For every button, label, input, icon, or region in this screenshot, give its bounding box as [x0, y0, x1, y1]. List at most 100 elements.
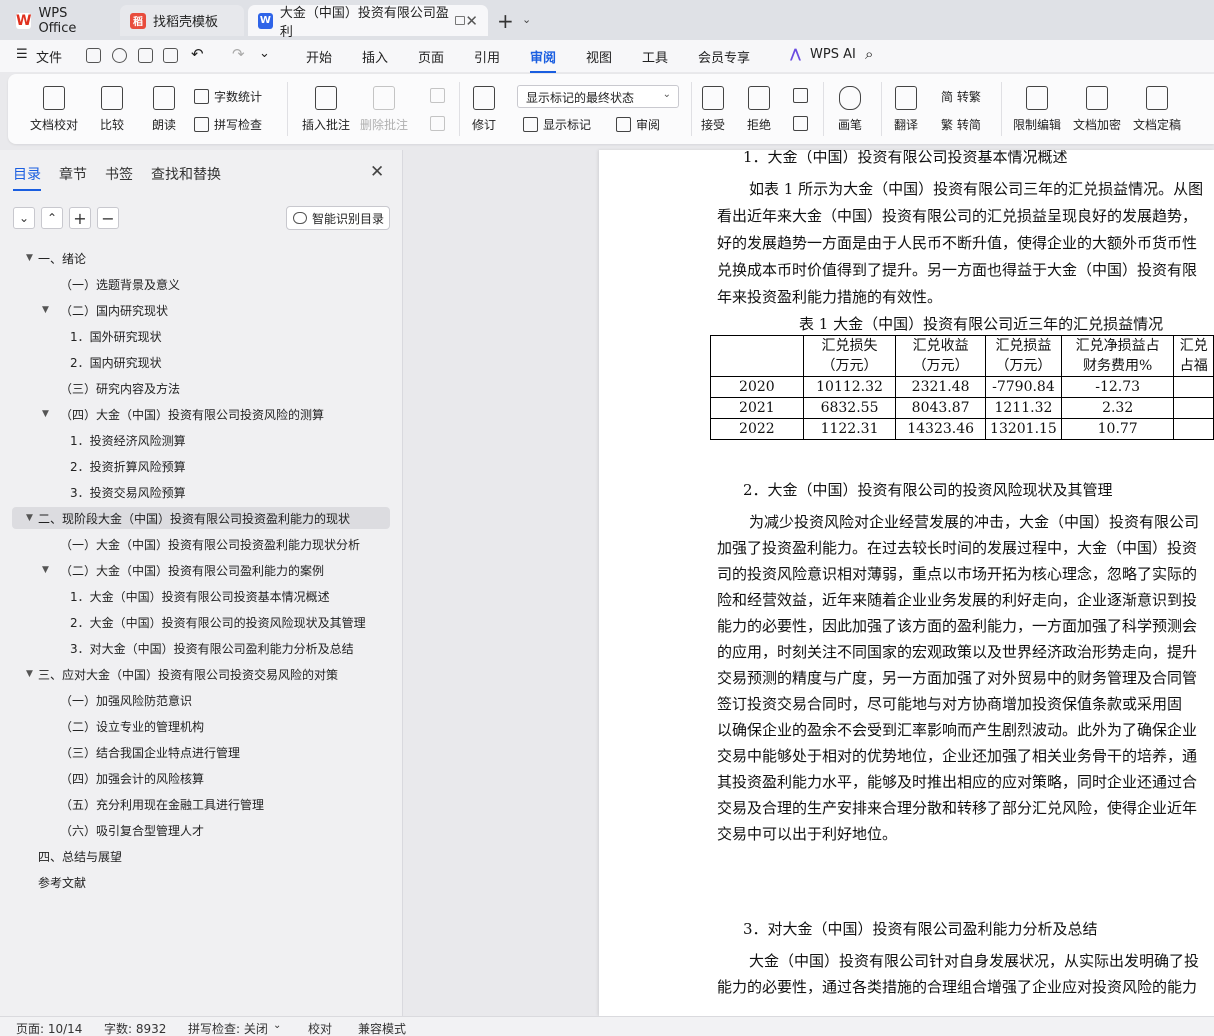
add-heading-button[interactable]: +: [69, 207, 91, 229]
toc-item[interactable]: 1．大金（中国）投资有限公司投资基本情况概述: [0, 585, 403, 607]
markup-state-select[interactable]: 显示标记的最终状态 ⌄: [517, 85, 679, 108]
toc-item[interactable]: 1．国外研究现状: [0, 325, 403, 347]
menu-member[interactable]: 会员专享: [698, 47, 750, 66]
toc-item[interactable]: 1．投资经济风险测算: [0, 429, 403, 451]
toc-item[interactable]: 3．投资交易风险预算: [0, 481, 403, 503]
toc-item[interactable]: ▼ （四）大金（中国）投资有限公司投资风险的测算: [0, 403, 403, 425]
remove-heading-button[interactable]: −: [97, 207, 119, 229]
toc-item[interactable]: 四、总结与展望: [0, 845, 403, 867]
toc-item[interactable]: ▼ 三、应对大金（中国）投资有限公司投资交易风险的对策: [0, 663, 403, 685]
expand-toggle-icon[interactable]: ▼: [42, 305, 49, 315]
read-aloud-button[interactable]: 朗读: [152, 86, 176, 133]
insert-comment-button[interactable]: 插入批注: [302, 86, 350, 133]
menu-view[interactable]: 视图: [586, 47, 612, 66]
share-icon[interactable]: [112, 48, 127, 63]
print-icon[interactable]: [138, 48, 153, 63]
print-preview-icon[interactable]: [163, 48, 178, 63]
tab-document[interactable]: W 大金（中国）投资有限公司盈利 ✕: [248, 5, 488, 40]
more-chevron-icon[interactable]: ⌄: [259, 46, 270, 61]
toc-item[interactable]: ▼ （二）国内研究现状: [0, 299, 403, 321]
word-count-indicator[interactable]: 字数: 8932: [104, 1020, 166, 1036]
prev-comment-icon[interactable]: [430, 88, 450, 103]
delete-comment-icon: [373, 86, 395, 110]
review-pane-button[interactable]: 审阅: [616, 116, 660, 133]
wps-ai-icon[interactable]: ⋀: [790, 47, 801, 62]
nav-tab-bookmarks[interactable]: 书签: [105, 164, 133, 184]
doc-check-button[interactable]: 文档校对: [30, 86, 78, 133]
toc-item[interactable]: （六）吸引复合型管理人才: [0, 819, 403, 841]
toc-item[interactable]: （三）结合我国企业特点进行管理: [0, 741, 403, 763]
close-panel-icon[interactable]: ✕: [370, 162, 384, 182]
tab-daoke-templates[interactable]: 稻 找稻壳模板: [120, 5, 244, 36]
menu-reference[interactable]: 引用: [474, 47, 500, 66]
toc-item[interactable]: （二）设立专业的管理机构: [0, 715, 403, 737]
toc-item[interactable]: 参考文献: [0, 871, 403, 893]
revise-button[interactable]: 修订: [472, 86, 496, 133]
next-comment-icon[interactable]: [430, 116, 450, 131]
search-icon[interactable]: ⌕: [865, 45, 873, 63]
compat-mode-status: 兼容模式: [358, 1022, 407, 1036]
menu-wps-ai[interactable]: WPS AI: [810, 47, 856, 62]
translate-button[interactable]: 翻译: [894, 86, 918, 133]
menu-file[interactable]: 文件: [36, 47, 62, 66]
toc-item[interactable]: （四）加强会计的风险核算: [0, 767, 403, 789]
save-icon[interactable]: [86, 48, 101, 63]
new-tab-icon[interactable]: +: [497, 9, 514, 33]
page-indicator[interactable]: 页面: 10/14: [16, 1020, 82, 1036]
word-count-button[interactable]: 字数统计: [194, 88, 262, 105]
menu-page[interactable]: 页面: [418, 47, 444, 66]
toc-item[interactable]: （一）大金（中国）投资有限公司投资盈利能力现状分析: [0, 533, 403, 555]
toc-item[interactable]: （一）加强风险防范意识: [0, 689, 403, 711]
expand-toggle-icon[interactable]: ▼: [42, 409, 49, 419]
toc-item[interactable]: （三）研究内容及方法: [0, 377, 403, 399]
expand-toggle-icon[interactable]: ▼: [42, 565, 49, 575]
collapse-up-button[interactable]: ⌃: [41, 207, 63, 229]
file-menu-icon[interactable]: ☰: [16, 47, 28, 62]
undo-icon[interactable]: ↶: [191, 45, 204, 63]
menu-tools[interactable]: 工具: [642, 47, 668, 66]
tab-wps-office[interactable]: W WPS Office: [6, 5, 114, 36]
translate-icon: [895, 86, 917, 110]
toc-item[interactable]: （五）充分利用现在金融工具进行管理: [0, 793, 403, 815]
restrict-edit-button[interactable]: 限制编辑: [1013, 86, 1061, 133]
compare-button[interactable]: 比较: [100, 86, 124, 133]
reject-button[interactable]: 拒绝: [747, 86, 771, 133]
toc-item[interactable]: ▼ 一、绪论: [0, 247, 403, 269]
expand-toggle-icon[interactable]: ▼: [26, 669, 33, 679]
show-markup-button[interactable]: 显示标记: [523, 116, 591, 133]
next-revision-icon[interactable]: [793, 116, 813, 131]
spell-check-button[interactable]: 拼写检查: [194, 116, 262, 133]
close-tab-icon[interactable]: ✕: [465, 12, 478, 30]
toc-item[interactable]: ▼ 二、现阶段大金（中国）投资有限公司投资盈利能力的现状: [12, 507, 390, 529]
to-simplified-button[interactable]: 繁 转简: [941, 116, 981, 133]
chevron-down-icon[interactable]: ⌄: [273, 1020, 281, 1031]
menu-review[interactable]: 审阅: [530, 47, 557, 73]
smart-toc-button[interactable]: 智能识别目录: [286, 206, 390, 230]
encrypt-button[interactable]: 文档加密: [1073, 86, 1121, 133]
spell-check-status[interactable]: 拼写检查: 关闭: [188, 1020, 268, 1036]
toc-item[interactable]: 2．国内研究现状: [0, 351, 403, 373]
toc-item[interactable]: （一）选题背景及意义: [0, 273, 403, 295]
proofread-status[interactable]: 校对: [308, 1020, 332, 1036]
redo-icon[interactable]: ↷: [232, 45, 245, 63]
toc-item[interactable]: 2．投资折算风险预算: [0, 455, 403, 477]
delete-comment-button[interactable]: 删除批注: [360, 86, 408, 133]
accept-button[interactable]: 接受: [701, 86, 725, 133]
expand-down-button[interactable]: ⌄: [13, 207, 35, 229]
nav-tab-find-replace[interactable]: 查找和替换: [151, 164, 221, 184]
nav-tab-toc[interactable]: 目录: [13, 164, 41, 191]
expand-toggle-icon[interactable]: ▼: [26, 513, 33, 523]
pen-button[interactable]: 画笔: [838, 86, 862, 133]
toc-item[interactable]: ▼ （二）大金（中国）投资有限公司盈利能力的案例: [0, 559, 403, 581]
menu-home[interactable]: 开始: [306, 47, 332, 66]
to-traditional-button[interactable]: 简 转繁: [941, 88, 981, 105]
expand-toggle-icon[interactable]: ▼: [26, 253, 33, 263]
finalize-button[interactable]: 文档定稿: [1133, 86, 1181, 133]
toc-item[interactable]: 2．大金（中国）投资有限公司的投资风险现状及其管理: [0, 611, 403, 633]
prev-revision-icon[interactable]: [793, 88, 813, 103]
nav-tab-sections[interactable]: 章节: [59, 164, 87, 184]
chevron-down-icon[interactable]: ⌄: [522, 13, 531, 26]
toc-item[interactable]: 3．对大金（中国）投资有限公司盈利能力分析及总结: [0, 637, 403, 659]
table-header-row: 汇兑损失 （万元） 汇兑收益 （万元） 汇兑损益 （万元） 汇兑净损益占 财务费用% 汇兑 占福: [710, 335, 1214, 377]
menu-insert[interactable]: 插入: [362, 47, 388, 66]
